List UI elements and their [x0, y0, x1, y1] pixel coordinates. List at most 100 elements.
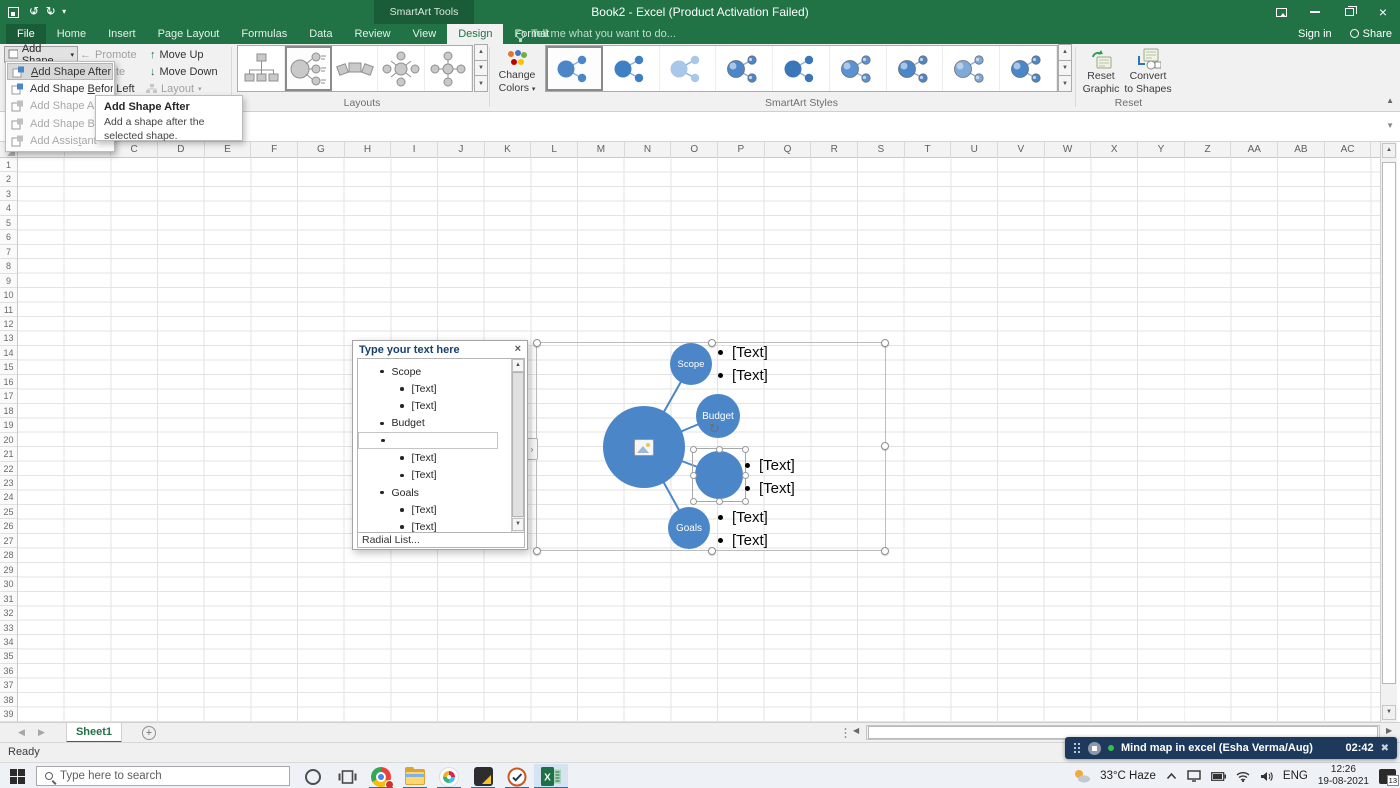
row-header-15[interactable]: 15: [0, 360, 17, 375]
restore-button[interactable]: [1332, 0, 1366, 24]
resize-handle[interactable]: [708, 339, 716, 347]
text-pane-entry--text-[interactable]: [Text]: [358, 450, 498, 467]
vertical-scrollbar[interactable]: ▲ ▼: [1380, 142, 1397, 722]
close-icon[interactable]: ×: [515, 344, 521, 355]
undo-icon[interactable]: ↺▾: [29, 0, 39, 26]
minimize-button[interactable]: [1298, 0, 1332, 24]
change-colors-button[interactable]: Change Colors ▾: [495, 46, 539, 108]
scroll-up-icon[interactable]: ▲: [512, 359, 524, 372]
row-header-36[interactable]: 36: [0, 664, 17, 679]
row-header-24[interactable]: 24: [0, 490, 17, 505]
shape-resize-handle[interactable]: [690, 446, 697, 453]
shape-resize-handle[interactable]: [690, 472, 697, 479]
battery-icon[interactable]: [1211, 771, 1226, 781]
shape-resize-handle[interactable]: [742, 446, 749, 453]
resize-handle[interactable]: [708, 547, 716, 555]
column-header-P[interactable]: P: [718, 142, 765, 158]
column-header-H[interactable]: H: [345, 142, 392, 158]
style-thumb-style-3[interactable]: [660, 46, 717, 91]
tab-review[interactable]: Review: [343, 24, 401, 44]
promote-button[interactable]: ← Promote: [80, 49, 137, 61]
collapse-ribbon-icon[interactable]: ▲: [1386, 96, 1394, 105]
hscroll-left-icon[interactable]: ◀: [853, 726, 859, 735]
chevron-up-icon[interactable]: [1166, 772, 1177, 780]
notification-icon[interactable]: 13: [1379, 768, 1399, 786]
recorder-overlay[interactable]: Mind map in excel (Esha Verma/Aug) 02:42…: [1065, 737, 1397, 759]
style-thumb-style-5[interactable]: [773, 46, 830, 91]
column-header-Q[interactable]: Q: [765, 142, 812, 158]
new-sheet-icon[interactable]: +: [142, 726, 156, 740]
row-header-8[interactable]: 8: [0, 259, 17, 274]
scope-node[interactable]: Scope: [670, 343, 712, 385]
text-pane-entry-scope[interactable]: Scope: [358, 363, 498, 380]
column-header-J[interactable]: J: [438, 142, 485, 158]
row-header-10[interactable]: 10: [0, 288, 17, 303]
row-header-4[interactable]: 4: [0, 201, 17, 216]
save-icon[interactable]: [8, 6, 19, 18]
smartart-selection-frame[interactable]: Scope Budget ↻ Goals [Text] [Text] [Text][…: [526, 339, 889, 555]
row-header-19[interactable]: 19: [0, 418, 17, 433]
sign-in-link[interactable]: Sign in: [1298, 28, 1332, 40]
gallery-up-icon[interactable]: ▲: [474, 44, 488, 61]
start-button[interactable]: [10, 769, 25, 784]
scroll-down-icon[interactable]: ▼: [512, 518, 524, 531]
layout-thumb-radial-cross[interactable]: [425, 46, 472, 91]
customize-qat-icon[interactable]: ▾: [62, 0, 66, 24]
shape-resize-handle[interactable]: [690, 498, 697, 505]
speaker-icon[interactable]: [1260, 771, 1273, 782]
column-header-I[interactable]: I: [391, 142, 439, 158]
column-header-C[interactable]: C: [111, 142, 158, 158]
text-pane-entry-empty[interactable]: [358, 432, 498, 450]
move-down-button[interactable]: ↓ Move Down: [150, 66, 218, 78]
demote-button-partial[interactable]: te: [116, 66, 125, 78]
diagram-bullet[interactable]: [Text]: [718, 507, 768, 527]
cortana-button[interactable]: [296, 764, 330, 788]
row-header-9[interactable]: 9: [0, 274, 17, 289]
column-header-AA[interactable]: AA: [1231, 142, 1279, 158]
row-header-25[interactable]: 25: [0, 505, 17, 520]
todo-check-app-icon[interactable]: [500, 764, 534, 788]
column-header-D[interactable]: D: [158, 142, 205, 158]
text-pane-scrollbar[interactable]: ▲ ▼: [511, 359, 524, 532]
column-header-M[interactable]: M: [578, 142, 625, 158]
share-button[interactable]: Share: [1349, 28, 1392, 40]
tab-file[interactable]: File: [6, 24, 46, 44]
style-thumb-style-2[interactable]: [603, 46, 660, 91]
row-header-11[interactable]: 11: [0, 303, 17, 317]
image-placeholder-icon[interactable]: [634, 438, 654, 456]
row-header-17[interactable]: 17: [0, 389, 17, 404]
row-header-29[interactable]: 29: [0, 563, 17, 578]
text-pane-entry-goals[interactable]: Goals: [358, 484, 498, 501]
gallery-up-icon[interactable]: ▲: [1058, 44, 1072, 61]
clock[interactable]: 12:26 19-08-2021: [1318, 764, 1369, 788]
tab-insert[interactable]: Insert: [97, 24, 147, 44]
task-view-button[interactable]: [330, 764, 364, 788]
stop-record-icon[interactable]: [1088, 741, 1101, 755]
redo-icon[interactable]: ↻▾: [46, 0, 56, 26]
language-label[interactable]: ENG: [1283, 770, 1308, 782]
layout-thumb-titled-matrix[interactable]: [332, 46, 379, 91]
diagram-bullet[interactable]: [Text]: [745, 478, 795, 498]
row-header-28[interactable]: 28: [0, 548, 17, 563]
column-header-AC[interactable]: AC: [1325, 142, 1372, 158]
drag-dots-icon[interactable]: [1073, 742, 1081, 754]
diagram-bullet[interactable]: [Text]: [745, 455, 795, 475]
gallery-down-icon[interactable]: ▼: [474, 59, 488, 77]
column-header-X[interactable]: X: [1091, 142, 1139, 158]
shape-resize-handle[interactable]: [716, 446, 723, 453]
text-pane-entry-budget[interactable]: Budget: [358, 415, 498, 432]
hscroll-right-icon[interactable]: ▶: [1386, 726, 1392, 735]
diagram-bullet[interactable]: [Text]: [718, 530, 768, 550]
taskbar-search[interactable]: Type here to search: [36, 766, 290, 786]
row-header-39[interactable]: 39: [0, 707, 17, 722]
row-header-3[interactable]: 3: [0, 187, 17, 202]
layout-thumb-radial-list[interactable]: [284, 46, 332, 91]
row-header-35[interactable]: 35: [0, 649, 17, 664]
file-explorer-app-icon[interactable]: [398, 764, 432, 788]
shape-resize-handle[interactable]: [716, 498, 723, 505]
row-header-2[interactable]: 2: [0, 172, 17, 187]
row-header-37[interactable]: 37: [0, 678, 17, 693]
close-icon[interactable]: ✖: [1381, 743, 1389, 754]
column-header-L[interactable]: L: [531, 142, 579, 158]
chrome-app-icon[interactable]: [364, 764, 398, 788]
